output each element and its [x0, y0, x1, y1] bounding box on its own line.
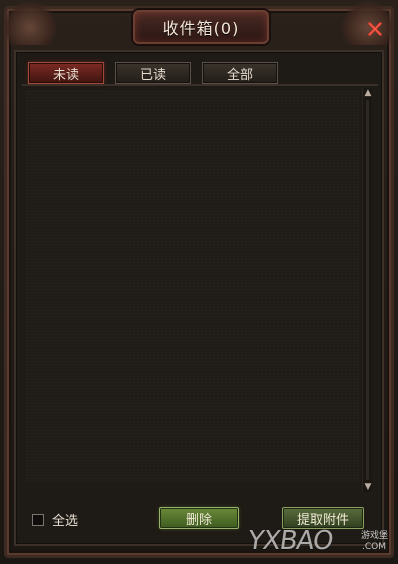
tab-read[interactable]: 已读 — [115, 62, 191, 84]
tab-read-label: 已读 — [139, 67, 166, 83]
tab-divider — [22, 84, 378, 86]
close-button[interactable] — [364, 18, 386, 40]
window-title: 收件箱(0) — [162, 19, 240, 38]
tab-unread[interactable]: 未读 — [28, 62, 104, 84]
chevron-up-icon: ▲ — [364, 88, 372, 98]
claim-attachments-label: 提取附件 — [296, 512, 349, 528]
delete-button[interactable]: 删除 — [159, 507, 239, 529]
scroll-track[interactable] — [366, 100, 369, 480]
inbox-window: 收件箱(0) 未读 已读 全部 ▲ ▼ 全选 删除 提取附件 YXBAO 游戏堡… — [0, 0, 398, 564]
corner-ornament-left — [1, 1, 59, 45]
close-icon — [368, 22, 382, 36]
select-all-checkbox[interactable] — [32, 513, 44, 526]
chevron-down-icon: ▼ — [364, 482, 372, 492]
select-all-label: 全选 — [52, 514, 79, 529]
watermark-site-name: 游戏堡 — [360, 531, 388, 541]
watermark-logo: YXBAO — [245, 526, 335, 556]
mail-list-scrollbar[interactable]: ▲ ▼ — [362, 88, 372, 492]
scroll-down-button[interactable]: ▼ — [363, 482, 373, 492]
title-plate: 收件箱(0) — [133, 10, 269, 44]
watermark: YXBAO 游戏堡 .COM — [245, 526, 388, 560]
scroll-up-button[interactable]: ▲ — [363, 88, 373, 98]
delete-button-label: 删除 — [185, 512, 212, 528]
tab-unread-label: 未读 — [52, 67, 79, 83]
select-all-control[interactable]: 全选 — [32, 510, 78, 529]
tab-all-label: 全部 — [226, 67, 253, 83]
watermark-domain: .COM — [362, 542, 386, 552]
mail-list[interactable] — [26, 90, 359, 482]
tab-all[interactable]: 全部 — [202, 62, 278, 84]
